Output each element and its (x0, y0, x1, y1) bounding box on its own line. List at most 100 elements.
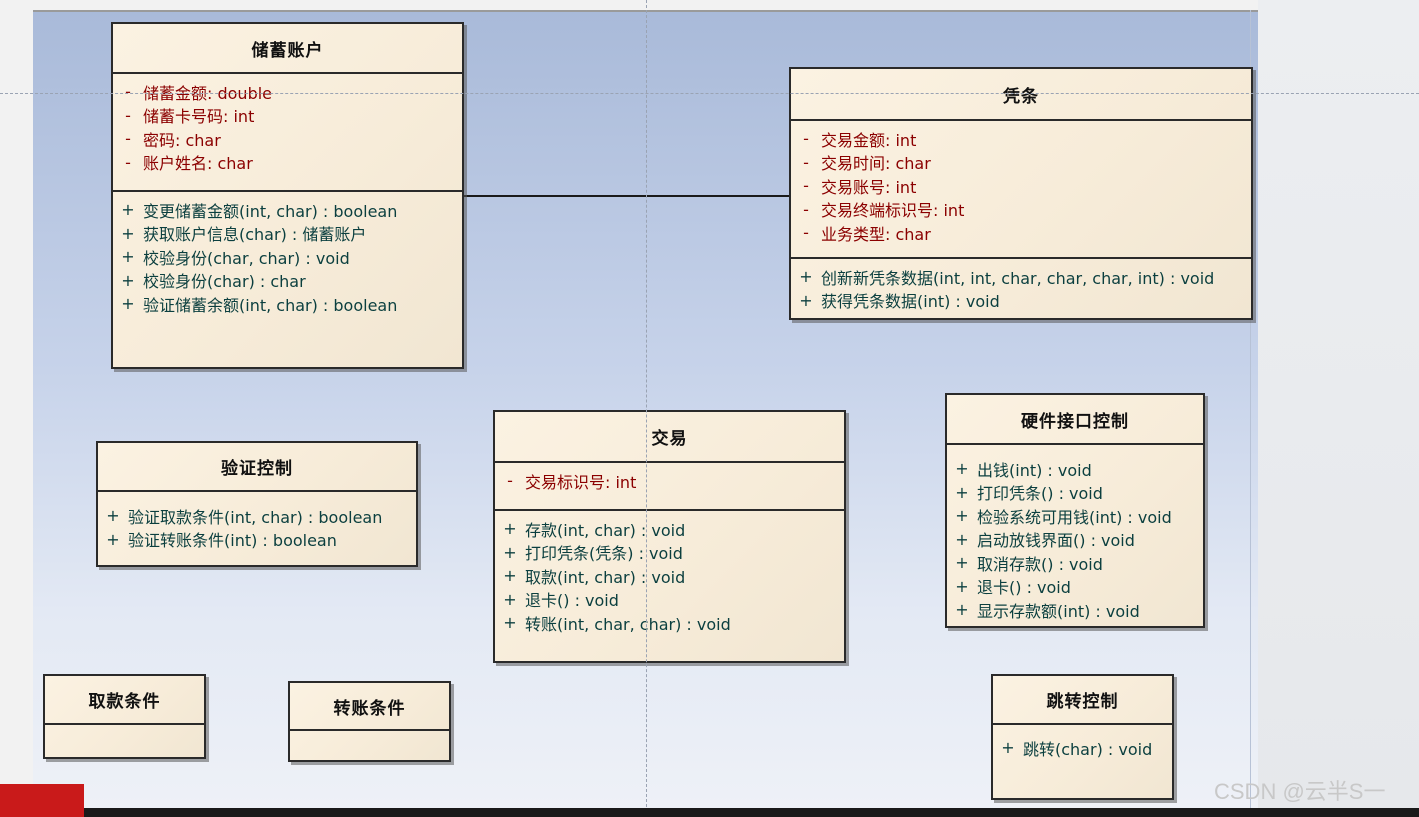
operation-row: + 验证转账条件(int) : boolean (98, 528, 416, 552)
operation-row: + 验证储蓄余额(int, char) : boolean (113, 292, 462, 316)
operations-compartment: + 变更储蓄金额(int, char) : boolean + 获取账户信息(cha… (113, 192, 462, 320)
operation-text: 验证储蓄余额(int, char) : boolean (143, 295, 398, 315)
bottom-bar (0, 808, 1419, 817)
operation-text: 启动放钱界面() : void (977, 531, 1135, 551)
attribute-row: - 交易标识号: int (495, 469, 844, 493)
operation-text: 打印凭条() : void (977, 484, 1103, 504)
operations-compartment: + 验证取款条件(int, char) : boolean + 验证转账条件(int… (98, 492, 416, 555)
visibility-marker: - (125, 82, 131, 102)
visibility-marker: + (503, 542, 517, 562)
operation-text: 验证转账条件(int) : boolean (128, 531, 337, 551)
visibility-marker: - (125, 105, 131, 125)
operation-text: 创新新凭条数据(int, int, char, char, char, int)… (821, 268, 1215, 288)
operation-row: + 出钱(int) : void (947, 457, 1203, 481)
class-verify-control[interactable]: 验证控制 + 验证取款条件(int, char) : boolean + 验证转账条… (96, 441, 418, 567)
operation-text: 取消存款() : void (977, 554, 1103, 574)
operations-compartment: + 跳转(char) : void (993, 725, 1172, 764)
visibility-marker: + (121, 223, 135, 243)
operations-compartment: + 出钱(int) : void + 打印凭条() : void + 检验系统可用钱(… (947, 445, 1203, 626)
operation-text: 获取账户信息(char) : 储蓄账户 (143, 225, 367, 245)
operation-row: + 启动放钱界面() : void (947, 528, 1203, 552)
operation-row: + 转账(int, char, char) : void (495, 611, 844, 635)
class-voucher[interactable]: 凭条 - 交易金额: int - 交易时间: char - 交易账号: int - 交易… (789, 67, 1253, 320)
association-savings-voucher[interactable] (463, 195, 790, 197)
class-title: 验证控制 (98, 443, 416, 492)
attributes-compartment: - 储蓄金额: double - 储蓄卡号码: int - 密码: char - 账户姓… (113, 74, 462, 192)
visibility-marker: - (125, 129, 131, 149)
operation-row: + 变更储蓄金额(int, char) : boolean (113, 198, 462, 222)
class-withdraw-condition[interactable]: 取款条件 (43, 674, 206, 759)
operation-row: + 显示存款额(int) : void (947, 598, 1203, 622)
visibility-marker: + (121, 247, 135, 267)
operation-row: + 检验系统可用钱(int) : void (947, 504, 1203, 528)
operation-text: 出钱(int) : void (977, 460, 1092, 480)
operation-text: 跳转(char) : void (1023, 739, 1153, 759)
visibility-marker: - (507, 471, 513, 491)
operation-row: + 跳转(char) : void (993, 736, 1172, 760)
operation-row: + 打印凭条() : void (947, 481, 1203, 505)
visibility-marker: - (803, 176, 809, 196)
operation-text: 变更储蓄金额(int, char) : boolean (143, 201, 398, 221)
attribute-row: - 交易终端标识号: int (791, 198, 1251, 222)
operation-text: 转账(int, char, char) : void (525, 614, 731, 634)
visibility-marker: + (955, 576, 969, 596)
operation-row: + 验证取款条件(int, char) : boolean (98, 504, 416, 528)
operation-row: + 存款(int, char) : void (495, 517, 844, 541)
operation-row: + 获取账户信息(char) : 储蓄账户 (113, 222, 462, 246)
visibility-marker: - (803, 129, 809, 149)
visibility-marker: + (955, 529, 969, 549)
class-transaction[interactable]: 交易 - 交易标识号: int + 存款(int, char) : void + 打印… (493, 410, 846, 663)
visibility-marker: - (125, 152, 131, 172)
operation-row: + 获得凭条数据(int) : void (791, 289, 1251, 313)
attribute-text: 交易终端标识号: int (821, 201, 965, 221)
attribute-row: - 密码: char (113, 127, 462, 151)
attribute-text: 交易账号: int (821, 177, 917, 197)
operation-text: 获得凭条数据(int) : void (821, 292, 1000, 312)
attribute-row: - 储蓄卡号码: int (113, 104, 462, 128)
class-title: 转账条件 (290, 683, 449, 731)
operation-text: 显示存款额(int) : void (977, 601, 1140, 621)
operation-text: 校验身份(char) : char (143, 272, 306, 292)
attribute-row: - 交易账号: int (791, 174, 1251, 198)
operation-text: 取款(int, char) : void (525, 567, 686, 587)
visibility-marker: + (1001, 738, 1015, 758)
visibility-marker: + (955, 600, 969, 620)
class-savings-account[interactable]: 储蓄账户 - 储蓄金额: double - 储蓄卡号码: int - 密码: char… (111, 22, 464, 369)
watermark: CSDN @云半S一 (1214, 779, 1386, 804)
operation-row: + 校验身份(char, char) : void (113, 245, 462, 269)
class-title: 交易 (495, 412, 844, 463)
visibility-marker: + (503, 589, 517, 609)
operation-text: 检验系统可用钱(int) : void (977, 507, 1172, 527)
visibility-marker: + (121, 200, 135, 220)
class-hardware-interface-control[interactable]: 硬件接口控制 + 出钱(int) : void + 打印凭条() : void + 检… (945, 393, 1205, 628)
horizontal-guide-line (0, 93, 1419, 94)
visibility-marker: + (955, 482, 969, 502)
attributes-compartment: - 交易金额: int - 交易时间: char - 交易账号: int - 交易终端标… (791, 121, 1251, 259)
operation-text: 退卡() : void (525, 591, 619, 611)
operation-text: 退卡() : void (977, 578, 1071, 598)
class-title: 储蓄账户 (113, 24, 462, 74)
operation-row: + 取款(int, char) : void (495, 564, 844, 588)
operation-row: + 取消存款() : void (947, 551, 1203, 575)
attribute-row: - 交易金额: int (791, 127, 1251, 151)
visibility-marker: + (955, 506, 969, 526)
visibility-marker: + (503, 566, 517, 586)
class-title: 跳转控制 (993, 676, 1172, 725)
class-transfer-condition[interactable]: 转账条件 (288, 681, 451, 762)
visibility-marker: + (503, 613, 517, 633)
attribute-text: 密码: char (143, 130, 221, 150)
visibility-marker: - (803, 152, 809, 172)
visibility-marker: - (803, 223, 809, 243)
visibility-marker: + (106, 529, 120, 549)
attribute-row: - 储蓄金额: double (113, 80, 462, 104)
class-title: 硬件接口控制 (947, 395, 1203, 445)
operations-compartment: + 存款(int, char) : void + 打印凭条(凭条) : void +… (495, 511, 844, 639)
visibility-marker: + (503, 519, 517, 539)
visibility-marker: + (799, 290, 813, 310)
attribute-row: - 账户姓名: char (113, 151, 462, 175)
visibility-marker: + (121, 270, 135, 290)
operations-compartment: + 创新新凭条数据(int, int, char, char, char, int… (791, 259, 1251, 316)
visibility-marker: - (803, 199, 809, 219)
operation-row: + 创新新凭条数据(int, int, char, char, char, int… (791, 265, 1251, 289)
class-jump-control[interactable]: 跳转控制 + 跳转(char) : void (991, 674, 1174, 800)
